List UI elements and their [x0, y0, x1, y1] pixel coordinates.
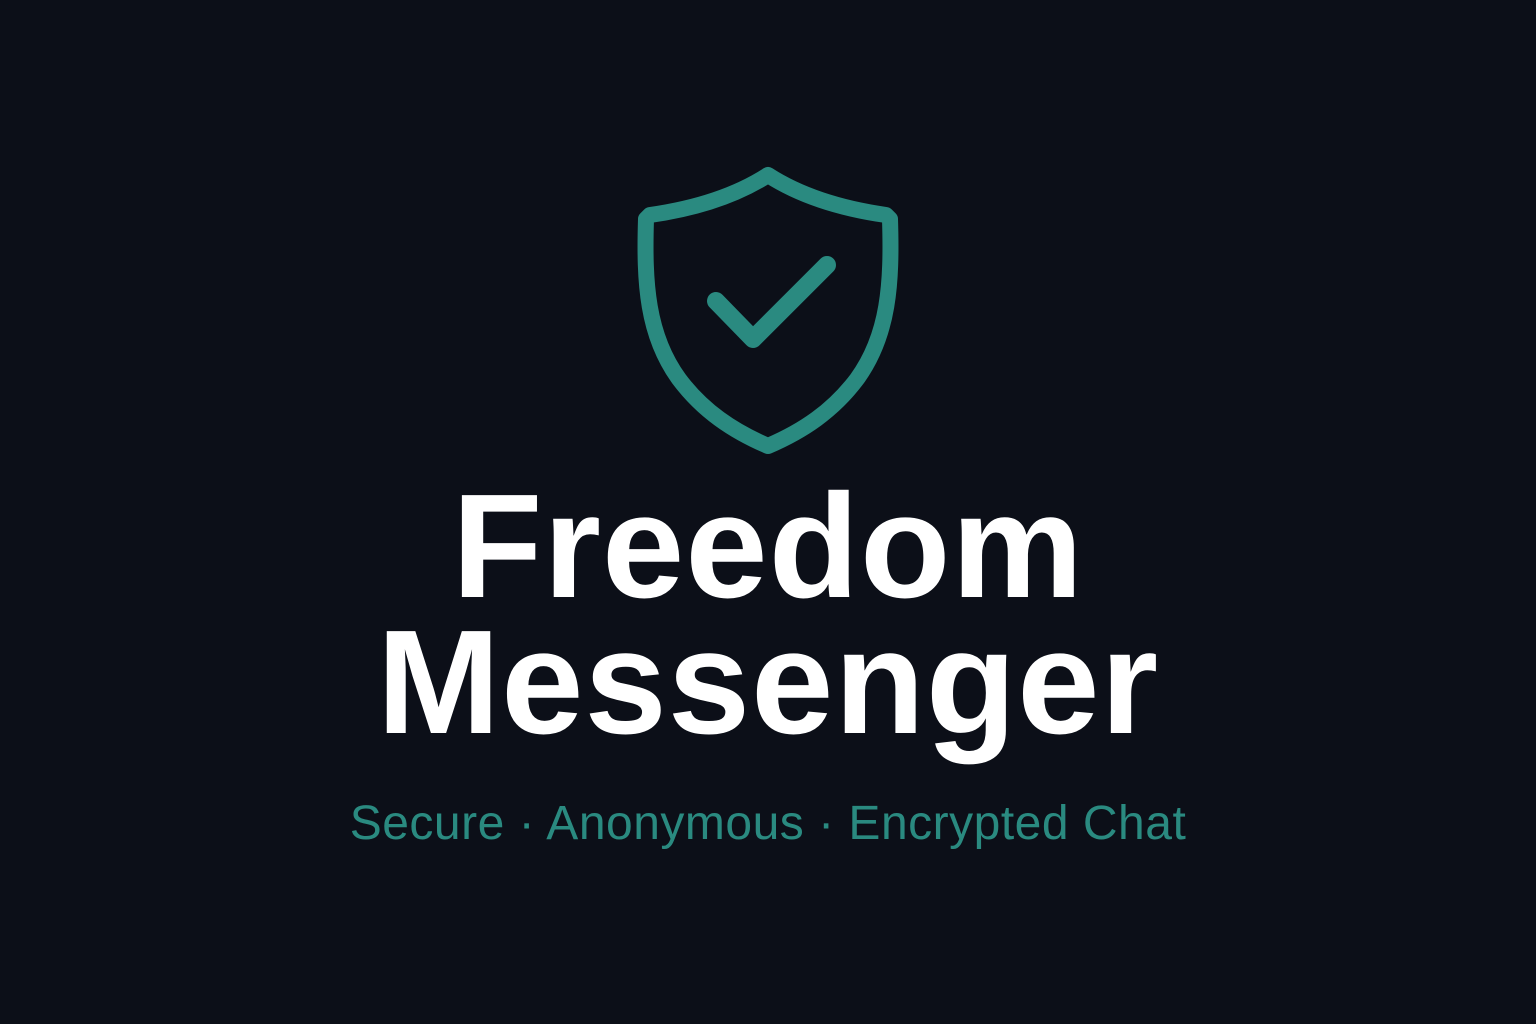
app-title-line-2: Messenger	[376, 600, 1160, 765]
tagline: Secure · Anonymous · Encrypted Chat	[349, 797, 1187, 850]
checkmark	[707, 256, 836, 348]
shield-check-icon	[633, 165, 903, 455]
shield-outline	[637, 167, 899, 454]
splash-screen: Freedom Messenger Secure · Anonymous · E…	[0, 0, 1536, 1024]
app-title-line-1: Freedom	[451, 464, 1085, 629]
